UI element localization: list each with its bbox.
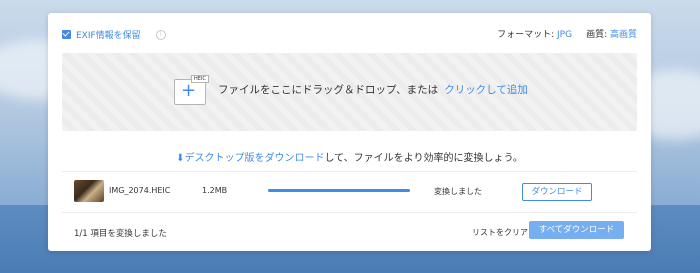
format-select[interactable]: JPG bbox=[557, 30, 572, 40]
conversion-status: 変換しました bbox=[434, 187, 482, 196]
exif-label[interactable]: EXIF情報を保留 bbox=[76, 28, 141, 41]
file-size: 1.2MB bbox=[202, 186, 228, 195]
info-icon[interactable]: i bbox=[155, 29, 166, 40]
options-bar: EXIF情報を保留 i フォーマット: JPG 画質: 高画質 bbox=[48, 13, 651, 51]
converter-panel: EXIF情報を保留 i フォーマット: JPG 画質: 高画質 + HEIC フ… bbox=[48, 13, 651, 251]
exif-checkbox[interactable] bbox=[62, 30, 71, 39]
download-button[interactable]: ダウンロード bbox=[522, 183, 592, 201]
progress-fill bbox=[268, 189, 410, 192]
output-settings: フォーマット: JPG 画質: 高画質 bbox=[497, 27, 637, 40]
file-row: IMG_2074.HEIC 1.2MB 変換しました ダウンロード bbox=[62, 171, 637, 213]
click-to-add-link[interactable]: クリックして追加 bbox=[444, 82, 528, 97]
conversion-progress bbox=[268, 189, 410, 192]
list-footer: 1/1 項目を変換しました リストをクリア すべてダウンロード bbox=[62, 211, 637, 251]
conversion-summary: 1/1 項目を変換しました bbox=[74, 229, 167, 239]
exif-option[interactable]: EXIF情報を保留 i bbox=[62, 28, 166, 41]
file-thumbnail bbox=[74, 180, 104, 202]
promo-text: して、ファイルをより効率的に変換しょう。 bbox=[324, 153, 523, 164]
quality-label: 画質: bbox=[586, 30, 608, 40]
clear-list-button[interactable]: リストをクリア bbox=[472, 227, 528, 238]
file-name: IMG_2074.HEIC bbox=[109, 186, 171, 195]
dropzone-text: ファイルをここにドラッグ＆ドロップ、または bbox=[218, 83, 439, 96]
download-all-button[interactable]: すべてダウンロード bbox=[529, 221, 624, 239]
desktop-promo: ⬇デスクトップ版をダウンロードして、ファイルをより効率的に変換しょう。 bbox=[48, 149, 651, 164]
add-file-icon[interactable]: + HEIC bbox=[174, 75, 209, 105]
desktop-download-link[interactable]: デスクトップ版をダウンロード bbox=[184, 153, 324, 164]
quality-select[interactable]: 高画質 bbox=[610, 30, 637, 40]
file-dropzone[interactable]: + HEIC ファイルをここにドラッグ＆ドロップ、または クリックして追加 bbox=[62, 53, 637, 131]
format-label: フォーマット: bbox=[497, 30, 555, 40]
heic-badge: HEIC bbox=[191, 75, 209, 83]
plus-icon: + bbox=[181, 80, 197, 101]
dropzone-content: + HEIC ファイルをここにドラッグ＆ドロップ、または クリックして追加 bbox=[174, 75, 528, 105]
